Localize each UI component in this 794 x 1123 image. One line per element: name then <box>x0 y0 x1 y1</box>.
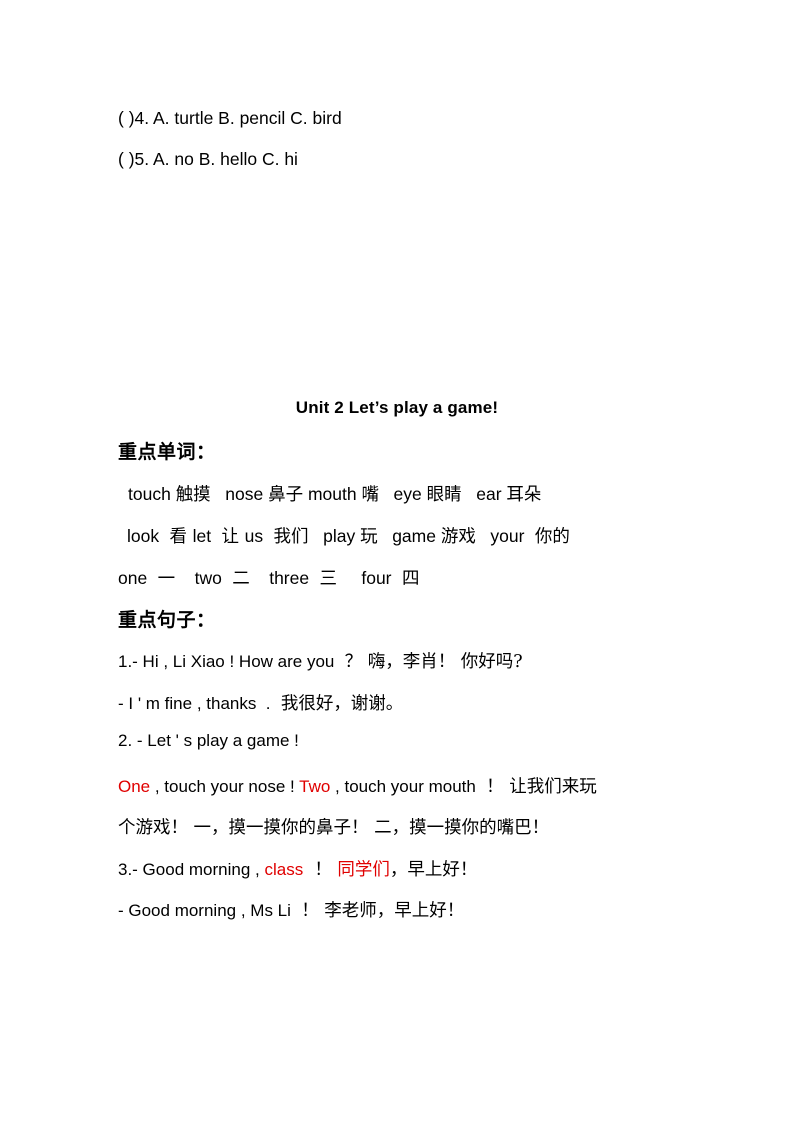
text-run: 耳朵 <box>506 485 542 505</box>
text-run: touch <box>128 484 176 504</box>
text-run-highlight: Two <box>299 777 331 796</box>
text-run: ！ <box>303 860 338 880</box>
text-run: 嘴 <box>361 485 379 505</box>
text-run-highlight: 同学们 <box>337 860 390 880</box>
sentence-line-3: 2. - Let ' s play a game ! <box>118 731 299 751</box>
text-run: 二 <box>226 569 250 589</box>
text-run: us <box>244 526 268 546</box>
text-run: 触摸 <box>175 485 211 505</box>
text-run: 个游戏！ 一，摸一摸你的鼻子！ 二，摸一摸你的嘴巴！ <box>118 818 550 838</box>
text-run: 让 <box>215 527 245 547</box>
text-run: 3.- Good morning , <box>118 860 265 879</box>
document-page: ( )4. A. turtle B. pencil C. bird ( )5. … <box>0 0 794 1123</box>
text-run: 四 <box>396 569 420 589</box>
text-run: one <box>118 568 153 588</box>
text-run: let <box>192 526 216 546</box>
text-run: eye <box>378 484 427 504</box>
vocabulary-line-3: one 一 two 二 three 三 four 四 <box>118 565 419 590</box>
quiz-item-5: ( )5. A. no B. hello C. hi <box>118 149 298 169</box>
text-run: 1.- Hi , Li Xiao ! How are you <box>118 652 340 671</box>
text-run: ear <box>461 484 507 504</box>
text-run: nose <box>210 484 269 504</box>
text-run: 眼睛 <box>426 485 462 505</box>
text-run: your <box>475 526 530 546</box>
sentence-line-6: 3.- Good morning , class ！ 同学们，早上好！ <box>118 856 477 881</box>
text-run: ！ 让我们来玩 <box>480 777 597 797</box>
text-run: 鼻子 <box>268 485 304 505</box>
text-run: 三 <box>313 569 338 589</box>
vocabulary-line-2: look 看 let 让 us 我们 play 玩 game 游戏 your 你… <box>127 523 570 548</box>
text-run: - Good morning , Ms Li <box>118 901 296 920</box>
text-run: play <box>308 526 361 546</box>
text-run-highlight: One <box>118 777 151 796</box>
text-run: two <box>175 568 227 588</box>
text-run: - I ' m fine , thanks . <box>118 694 276 713</box>
text-run: 你的 <box>529 527 570 547</box>
sentence-line-4: One , touch your nose ! Two , touch your… <box>118 773 597 798</box>
vocabulary-line-1: touch 触摸 nose 鼻子 mouth 嘴 eye 眼睛 ear 耳朵 <box>128 481 541 506</box>
sentences-heading: 重点句子： <box>118 609 216 631</box>
text-run: look <box>127 526 164 546</box>
text-run: 我很好，谢谢。 <box>275 694 404 714</box>
text-run: 看 <box>163 527 193 547</box>
sentence-line-2: - I ' m fine , thanks . 我很好，谢谢。 <box>118 690 403 715</box>
text-run: ，早上好！ <box>389 860 478 880</box>
text-run: ！ 李老师，早上好！ <box>295 901 465 921</box>
text-run: mouth <box>303 484 362 504</box>
text-run: , touch your nose ! <box>150 777 300 796</box>
sentence-line-5: 个游戏！ 一，摸一摸你的鼻子！ 二，摸一摸你的嘴巴！ <box>118 814 549 839</box>
text-run: 我们 <box>267 527 309 547</box>
text-run: , touch your mouth <box>330 777 481 796</box>
text-run: 2. - Let ' s play a game ! <box>118 731 299 750</box>
quiz-item-4: ( )4. A. turtle B. pencil C. bird <box>118 108 342 128</box>
text-run-highlight: class <box>264 860 304 879</box>
unit-title: Unit 2 Let’s play a game! <box>295 398 499 417</box>
vocabulary-heading: 重点单词： <box>118 441 216 463</box>
text-run: 玩 <box>360 527 378 547</box>
text-run: 游戏 <box>440 527 476 547</box>
text-run: 一 <box>152 569 176 589</box>
sentence-line-7: - Good morning , Ms Li ！ 李老师，早上好！ <box>118 897 464 922</box>
text-run: ？ 嗨，李肖！ 你好吗? <box>339 652 523 672</box>
text-run: game <box>377 526 441 546</box>
sentence-line-1: 1.- Hi , Li Xiao ! How are you ？ 嗨，李肖！ 你… <box>118 648 523 673</box>
text-run: three <box>249 568 314 588</box>
text-run: four <box>337 568 397 588</box>
